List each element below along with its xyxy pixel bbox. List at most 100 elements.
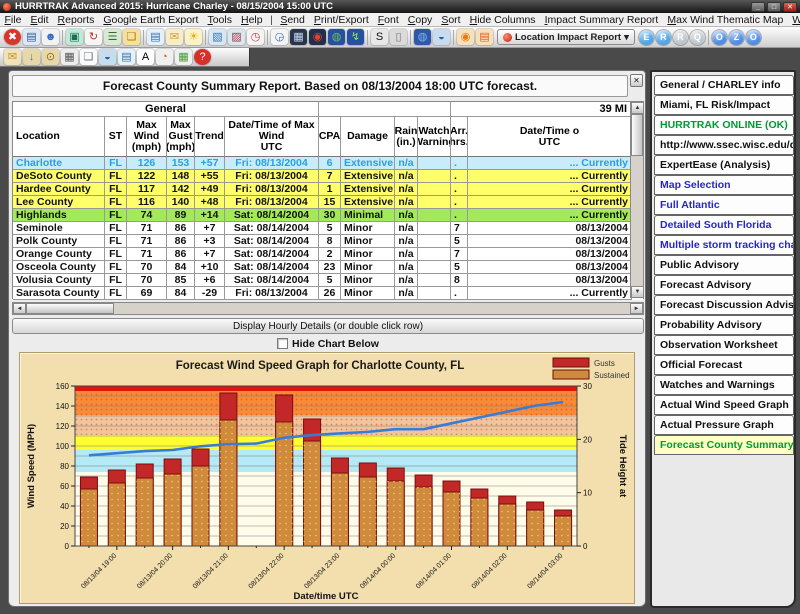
- menu-wind-trend-thematic-map[interactable]: Wind Trend Thematic Map: [788, 14, 800, 26]
- table-row[interactable]: Highlands CountyFL7489+14Sat: 08/14/2004…: [13, 209, 643, 222]
- panel-close-button[interactable]: ✕: [630, 74, 643, 87]
- exit-icon[interactable]: ✖: [4, 29, 21, 45]
- report-list-icon[interactable]: ▤: [147, 29, 164, 45]
- close-button[interactable]: ✕: [783, 2, 797, 12]
- table-row[interactable]: Charlotte CountyFL126153+57Fri: 08/13/20…: [13, 157, 643, 170]
- table-row[interactable]: Volusia CountyFL7085+6Sat: 08/14/2004 04…: [13, 274, 643, 287]
- round-q-disabled-button[interactable]: Q: [690, 30, 705, 45]
- menu-reports[interactable]: Reports: [53, 14, 99, 26]
- sidebar-item-observation-worksheet[interactable]: Observation Worksheet: [654, 335, 794, 355]
- table-row[interactable]: Orange CountyFL7186+7Sat: 08/14/2004 02:…: [13, 248, 643, 261]
- sidebar-item-full-atlantic[interactable]: Full Atlantic: [654, 195, 794, 215]
- sidebar-item-forecast-discussion-advisory[interactable]: Forecast Discussion Advisory: [654, 295, 794, 315]
- sidebar-item-forecast-county-summary[interactable]: Forecast County Summary: [654, 435, 794, 455]
- table-row[interactable]: Lee CountyFL116140+48Fri: 08/13/2004 20:…: [13, 196, 643, 209]
- menu-edit[interactable]: Edit: [26, 14, 53, 26]
- sidebar-item-actual-pressure-graph[interactable]: Actual Pressure Graph: [654, 415, 794, 435]
- hide-chart-checkbox[interactable]: [277, 338, 288, 349]
- storm-globe-icon[interactable]: ◉: [309, 29, 326, 45]
- column-header-location[interactable]: Location: [13, 117, 105, 157]
- send-mail-icon[interactable]: ✉: [4, 49, 21, 65]
- chart-sphere-icon[interactable]: ◔: [156, 49, 173, 65]
- sidebar-item-public-advisory[interactable]: Public Advisory: [654, 255, 794, 275]
- scroll-right-icon[interactable]: ►: [630, 303, 643, 314]
- scroll-up-icon[interactable]: ▲: [631, 102, 644, 114]
- user-profile-icon[interactable]: ☻: [42, 29, 59, 45]
- google-earth-icon[interactable]: ◒: [433, 29, 450, 45]
- menu-font[interactable]: Font: [373, 14, 403, 26]
- column-header-arr[interactable]: Arr. hrs.: [451, 117, 468, 157]
- help-icon[interactable]: ?: [194, 49, 211, 65]
- mail-alert-icon[interactable]: ✉: [166, 29, 183, 45]
- round-r-button[interactable]: R: [656, 30, 671, 45]
- table-row[interactable]: Polk CountyFL7186+3Sat: 08/14/2004 00:00…: [13, 235, 643, 248]
- maximize-button[interactable]: □: [767, 2, 781, 12]
- print-icon[interactable]: ▦: [61, 49, 78, 65]
- table-horizontal-scrollbar[interactable]: ◄ ►: [12, 302, 644, 315]
- document-report-icon[interactable]: ▤: [118, 49, 135, 65]
- menu-print-export[interactable]: Print/Export: [309, 14, 373, 26]
- menu-impact-summary-report[interactable]: Impact Summary Report: [540, 14, 663, 26]
- sidebar-item-http-www-ssec-wisc-edu-data-geo[interactable]: http://www.ssec.wisc.edu/data/geo: [654, 135, 794, 155]
- gauge-alt-icon[interactable]: ◶: [271, 29, 288, 45]
- menu-sort[interactable]: Sort: [437, 14, 465, 26]
- table-row[interactable]: Osceola CountyFL7084+10Sat: 08/14/2004 0…: [13, 261, 643, 274]
- sidebar-item-watches-and-warnings[interactable]: Watches and Warnings: [654, 375, 794, 395]
- schedule-window-icon[interactable]: ▤: [23, 29, 40, 45]
- column-header-rain[interactable]: Rain (in.): [395, 117, 418, 157]
- sidebar-item-expertease-analysis-[interactable]: ExpertEase (Analysis): [654, 155, 794, 175]
- stamp-seal-icon[interactable]: ⊙: [42, 49, 59, 65]
- column-header-max_wind[interactable]: Max Wind (mph): [127, 117, 167, 157]
- column-header-cpa[interactable]: CPA: [319, 117, 341, 157]
- import-archive-icon[interactable]: ↓: [23, 49, 40, 65]
- gauge-icon[interactable]: ◷: [247, 29, 264, 45]
- round-r-disabled-button[interactable]: R: [673, 30, 688, 45]
- sidebar-item-official-forecast[interactable]: Official Forecast: [654, 355, 794, 375]
- recycle-bin-icon[interactable]: ▯: [390, 29, 407, 45]
- scroll-left-icon[interactable]: ◄: [13, 303, 26, 314]
- table-row[interactable]: Sarasota CountyFL6984-29Fri: 08/13/2004 …: [13, 287, 643, 300]
- menu-file[interactable]: File: [0, 14, 26, 26]
- sidebar-item-map-selection[interactable]: Map Selection: [654, 175, 794, 195]
- sun-icon[interactable]: ☀: [185, 29, 202, 45]
- earth-zoom-icon[interactable]: ◍: [414, 29, 431, 45]
- font-icon[interactable]: A: [137, 49, 154, 65]
- column-header-watch[interactable]: Watch Warning: [418, 117, 451, 157]
- sidebar-item-general-charley-info[interactable]: General / CHARLEY info: [654, 75, 794, 95]
- copy-pages-icon[interactable]: ❏: [80, 49, 97, 65]
- sidebar-item-forecast-advisory[interactable]: Forecast Advisory: [654, 275, 794, 295]
- menu-help[interactable]: Help: [236, 14, 267, 26]
- monitor-icon[interactable]: ▣: [66, 29, 83, 45]
- column-header-damage[interactable]: Damage: [341, 117, 395, 157]
- round-e-button[interactable]: E: [639, 30, 654, 45]
- menu-copy[interactable]: Copy: [403, 14, 437, 26]
- round-o-button[interactable]: O: [712, 30, 727, 45]
- satellite-image-icon[interactable]: ▦: [290, 29, 307, 45]
- photo-import-icon[interactable]: ▨: [228, 29, 245, 45]
- lightning-globe-icon[interactable]: ↯: [347, 29, 364, 45]
- minimize-button[interactable]: _: [751, 2, 765, 12]
- vertical-scroll-thumb[interactable]: [631, 114, 643, 156]
- earth-globe-icon[interactable]: ◍: [328, 29, 345, 45]
- impact-orange-icon[interactable]: ◉: [457, 29, 474, 45]
- display-hourly-details-button[interactable]: Display Hourly Details (or double click …: [12, 318, 644, 334]
- table-row[interactable]: Seminole CountyFL7186+7Sat: 08/14/2004 0…: [13, 222, 643, 235]
- column-header-datetime_max[interactable]: Date/Time of Max Wind UTC: [225, 117, 319, 157]
- sidebar-item-multiple-storm-tracking-chart[interactable]: Multiple storm tracking chart: [654, 235, 794, 255]
- column-header-max_gust[interactable]: Max Gust (mph): [167, 117, 195, 157]
- sidebar-item-hurrtrak-online-ok-[interactable]: HURRTRAK ONLINE (OK): [654, 115, 794, 135]
- report-orange-icon[interactable]: ▤: [476, 29, 493, 45]
- thematic-grid-icon[interactable]: ▦: [175, 49, 192, 65]
- table-vertical-scrollbar[interactable]: ▲ ▼: [630, 102, 643, 298]
- google-earth2-icon[interactable]: ◒: [99, 49, 116, 65]
- column-header-st[interactable]: ST: [105, 117, 127, 157]
- refresh-storm-icon[interactable]: ↻: [85, 29, 102, 45]
- sidebar-item-probability-advisory[interactable]: Probability Advisory: [654, 315, 794, 335]
- sidebar-item-detailed-south-florida[interactable]: Detailed South Florida: [654, 215, 794, 235]
- horizontal-scroll-thumb[interactable]: [26, 303, 114, 314]
- location-impact-report-button[interactable]: Location Impact Report▾: [497, 29, 635, 45]
- round-z-button[interactable]: Z: [729, 30, 744, 45]
- table-row[interactable]: Hardee CountyFL117142+49Fri: 08/13/2004 …: [13, 183, 643, 196]
- sidebar-item-actual-wind-speed-graph[interactable]: Actual Wind Speed Graph: [654, 395, 794, 415]
- menu-tools[interactable]: Tools: [203, 14, 237, 26]
